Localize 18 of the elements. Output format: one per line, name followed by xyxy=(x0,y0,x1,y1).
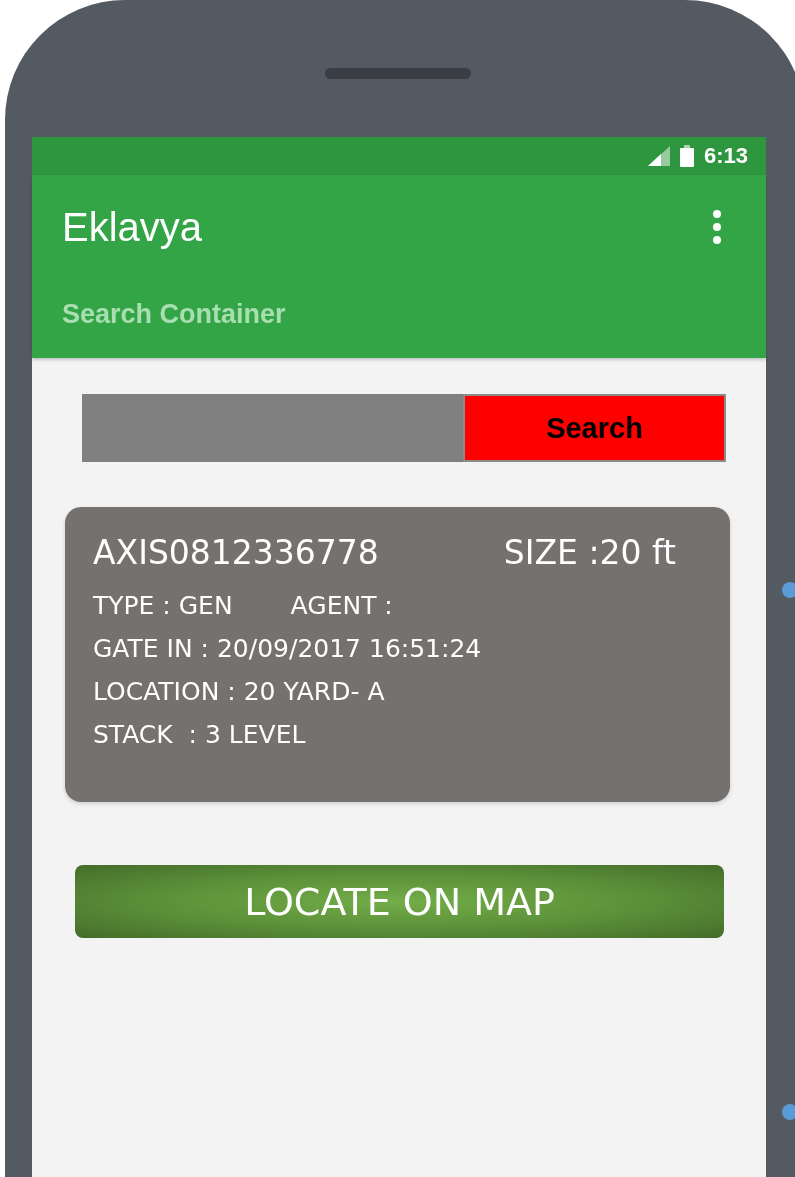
container-agent: AGENT : xyxy=(290,590,393,622)
locate-on-map-button[interactable]: LOCATE ON MAP xyxy=(75,865,724,938)
gate-in-time: GATE IN : 20/09/2017 16:51:24 xyxy=(93,633,483,665)
container-stack: STACK : 3 LEVEL xyxy=(93,719,307,751)
side-handle-icon xyxy=(782,1104,795,1120)
more-menu-icon[interactable] xyxy=(712,209,722,245)
app-title: Eklavya xyxy=(62,204,203,250)
container-number: AXIS0812336778 xyxy=(93,533,379,572)
side-handle-icon xyxy=(782,582,795,598)
status-time: 6:13 xyxy=(703,143,748,169)
search-field[interactable] xyxy=(82,394,463,462)
container-size: SIZE :20 ft xyxy=(503,533,676,572)
container-location: LOCATION : 20 YARD- A xyxy=(93,676,386,708)
container-type: TYPE : GEN xyxy=(93,590,233,622)
battery-icon xyxy=(679,145,694,167)
search-button[interactable]: Search xyxy=(463,394,726,462)
screen-subtitle: Search Container xyxy=(62,299,287,330)
signal-icon xyxy=(647,146,670,166)
